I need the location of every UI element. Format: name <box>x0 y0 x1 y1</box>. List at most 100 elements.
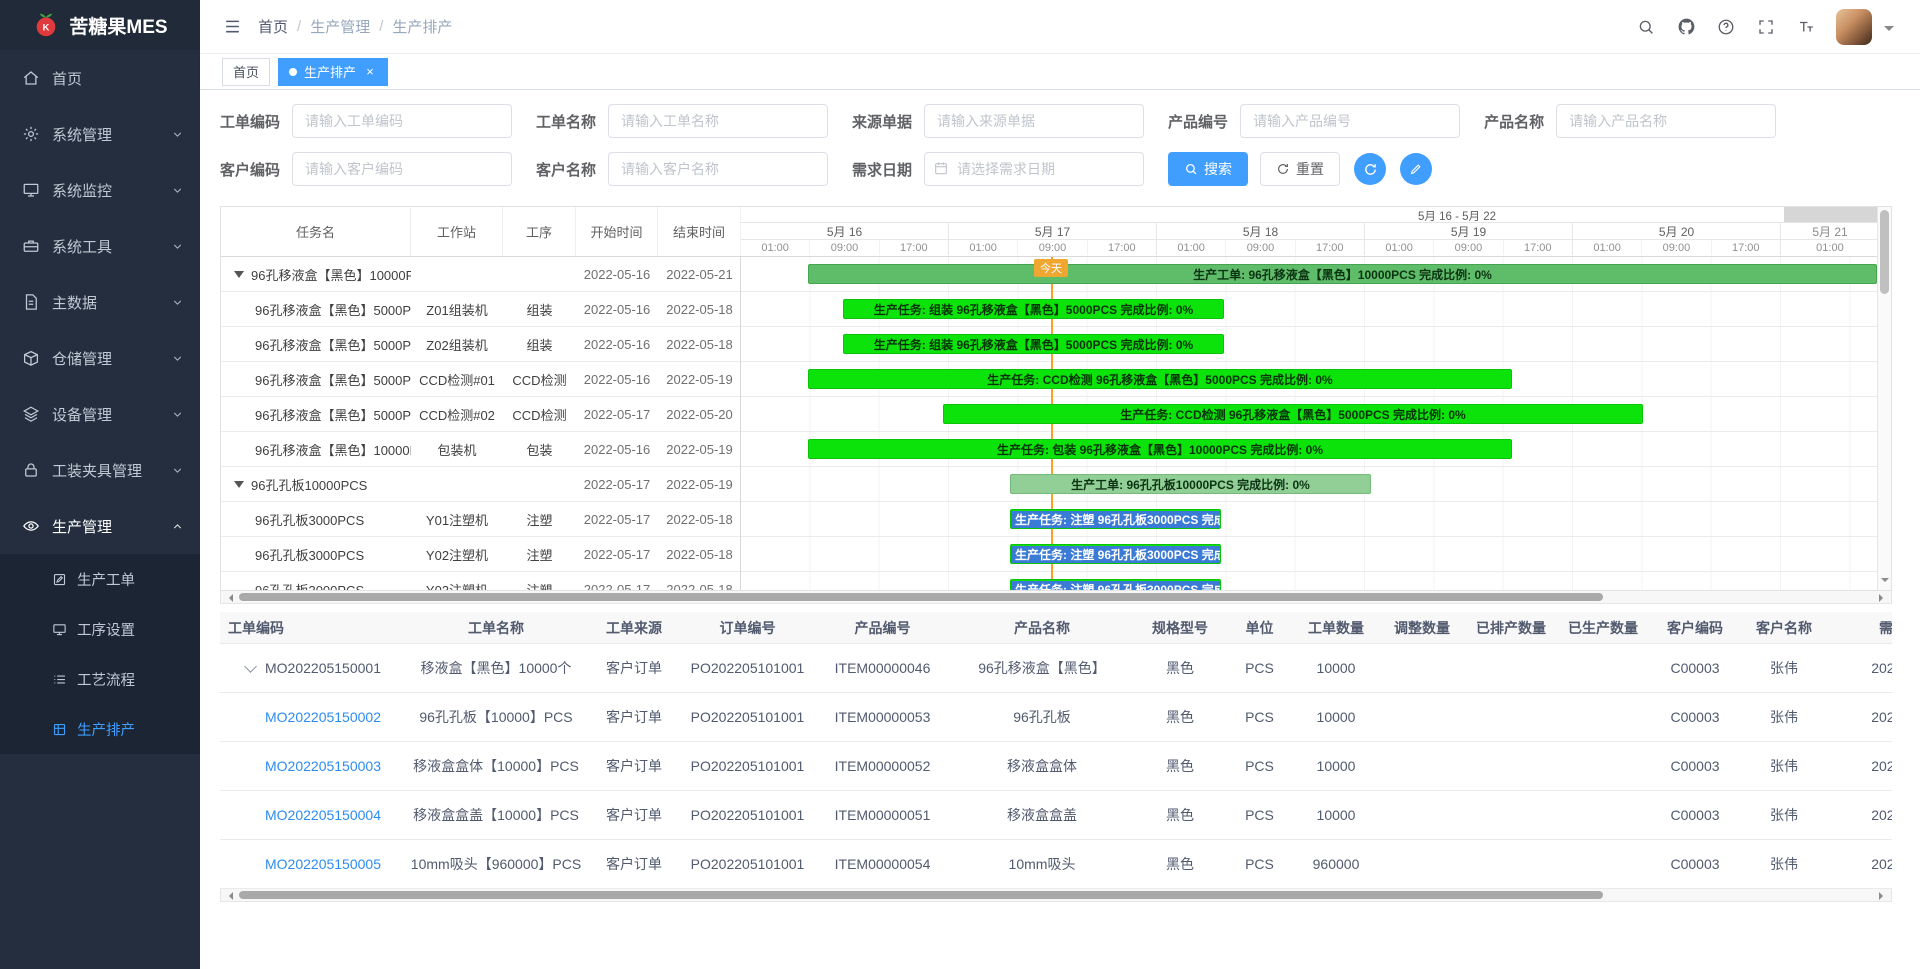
collapse-triangle-icon[interactable] <box>234 271 244 278</box>
order-code-link[interactable]: MO202205150002 <box>265 709 381 725</box>
order-code[interactable]: MO202205150001 <box>265 660 381 676</box>
font-size-icon[interactable] <box>1790 11 1822 43</box>
submenu-item-scheduling[interactable]: 生产排产 <box>0 704 200 754</box>
order-row[interactable]: MO202205150001 移液盒【黑色】10000个 客户订单 PO2022… <box>220 644 1892 693</box>
app-layout: K 苦糖果MES 首页 系统管理 系统监控 系统工具 主数据 <box>0 0 1920 969</box>
search-icon[interactable] <box>1630 11 1662 43</box>
gantt-bar-task[interactable]: 生产任务: 组装 96孔移液盒【黑色】5000PCS 完成比例: 0% <box>843 334 1224 354</box>
scroll-left-arrow-icon[interactable] <box>225 594 233 602</box>
caret-down-icon[interactable] <box>1884 26 1894 36</box>
customer-code-input[interactable] <box>292 152 512 186</box>
gantt-timeline-row: 生产任务: 注塑 96孔孔板3000PCS 完成比例: 0% <box>741 537 1877 572</box>
demand-date-input[interactable] <box>924 152 1144 186</box>
production-submenu: 生产工单 工序设置 工艺流程 生产排产 <box>0 554 200 754</box>
gantt-timeline: 5月 16 - 5月 22 5月 16 5月 17 5月 18 5月 19 5月… <box>741 207 1877 590</box>
sidebar-item-system-tools[interactable]: 系统工具 <box>0 218 200 274</box>
order-code-link[interactable]: MO202205150004 <box>265 807 381 823</box>
gantt-bar-task-selected[interactable]: 生产任务: 注塑 96孔孔板3000PCS 完成比例: 0% <box>1010 579 1221 590</box>
gantt-bar-workorder[interactable]: 生产工单: 96孔移液盒【黑色】10000PCS 完成比例: 0% <box>808 264 1877 284</box>
calendar-icon <box>933 160 949 176</box>
scroll-left-arrow-icon[interactable] <box>225 892 233 900</box>
gantt-grid-row[interactable]: 96孔移液盒【黑色】5000PCS Z01组装机 组装 2022-05-16 2… <box>221 292 740 327</box>
breadcrumb-scheduling: 生产排产 <box>392 16 452 37</box>
order-row[interactable]: MO202205150003 移液盒盒体【10000】PCS 客户订单 PO20… <box>220 742 1892 791</box>
product-name-input[interactable] <box>1556 104 1776 138</box>
order-code-link[interactable]: MO202205150003 <box>265 758 381 774</box>
gantt-timeline-row: 生产任务: 注塑 96孔孔板3000PCS 完成比例: 0% <box>741 502 1877 537</box>
scrollbar-thumb[interactable] <box>1880 210 1889 294</box>
refresh-gantt-button[interactable] <box>1354 153 1386 185</box>
app-logo[interactable]: K 苦糖果MES <box>0 0 200 50</box>
active-dot-icon <box>289 68 297 76</box>
github-icon[interactable] <box>1670 11 1702 43</box>
gantt-grid-row[interactable]: 96孔移液盒【黑色】5000PCS CCD检测#01 CCD检测 2022-05… <box>221 362 740 397</box>
table-clip: 工单编码 工单名称 工单来源 订单编号 产品编号 产品名称 规格型号 单位 工单… <box>220 612 1892 889</box>
search-button[interactable]: 搜索 <box>1168 152 1248 186</box>
customer-name-input[interactable] <box>608 152 828 186</box>
gantt-grid-row[interactable]: 96孔移液盒【黑色】5000PCS CCD检测#02 CCD检测 2022-05… <box>221 397 740 432</box>
monitor-icon <box>22 181 40 199</box>
scrollbar-thumb[interactable] <box>239 593 1603 601</box>
product-code-input[interactable] <box>1240 104 1460 138</box>
submenu-item-process-setting[interactable]: 工序设置 <box>0 604 200 654</box>
sidebar-item-system-mgmt[interactable]: 系统管理 <box>0 106 200 162</box>
sidebar-item-home[interactable]: 首页 <box>0 50 200 106</box>
tab-home[interactable]: 首页 <box>222 58 270 86</box>
gantt-horizontal-scrollbar[interactable] <box>220 591 1892 604</box>
scroll-down-arrow-icon[interactable] <box>1881 578 1889 586</box>
gantt-grid-row[interactable]: 96孔孔板3000PCS Y03注塑机 注塑 2022-05-17 2022-0… <box>221 572 740 590</box>
sidebar-item-master-data[interactable]: 主数据 <box>0 274 200 330</box>
gantt-bar-task[interactable]: 生产任务: 组装 96孔移液盒【黑色】5000PCS 完成比例: 0% <box>843 299 1224 319</box>
tab-scheduling[interactable]: 生产排产 <box>278 58 388 86</box>
gantt-grid-row[interactable]: 96孔移液盒【黑色】10000PCS 包装机 包装 2022-05-16 202… <box>221 432 740 467</box>
filter-demand-date: 需求日期 <box>852 152 1144 186</box>
fullscreen-icon[interactable] <box>1750 11 1782 43</box>
filter-product-code: 产品编号 <box>1168 104 1460 138</box>
gantt-grid-row[interactable]: 96孔移液盒【黑色】10000PCS 2022-05-16 2022-05-21 <box>221 257 740 292</box>
sidebar-item-system-monitor[interactable]: 系统监控 <box>0 162 200 218</box>
gantt-grid-row[interactable]: 96孔孔板3000PCS Y01注塑机 注塑 2022-05-17 2022-0… <box>221 502 740 537</box>
gantt-bar-task-selected[interactable]: 生产任务: 注塑 96孔孔板3000PCS 完成比例: 0% <box>1010 544 1221 564</box>
sidebar-item-warehouse[interactable]: 仓储管理 <box>0 330 200 386</box>
sidebar-item-production[interactable]: 生产管理 <box>0 498 200 554</box>
scrollbar-thumb[interactable] <box>239 891 1603 899</box>
gantt-vertical-scrollbar[interactable] <box>1877 207 1891 590</box>
gantt-bar-task-selected[interactable]: 生产任务: 注塑 96孔孔板3000PCS 完成比例: 0% <box>1010 509 1221 529</box>
workorder-icon <box>52 572 67 587</box>
sidebar-item-fixtures[interactable]: 工装夹具管理 <box>0 442 200 498</box>
eye-icon <box>22 517 40 535</box>
help-icon[interactable] <box>1710 11 1742 43</box>
gantt-bar-task[interactable]: 生产任务: CCD检测 96孔移液盒【黑色】5000PCS 完成比例: 0% <box>943 404 1643 424</box>
gantt-bar-task[interactable]: 生产任务: 包装 96孔移液盒【黑色】10000PCS 完成比例: 0% <box>808 439 1512 459</box>
gantt-grid-row[interactable]: 96孔移液盒【黑色】5000PCS Z02组装机 组装 2022-05-16 2… <box>221 327 740 362</box>
table-horizontal-scrollbar[interactable] <box>220 889 1892 902</box>
gantt-bar-workorder[interactable]: 生产工单: 96孔孔板10000PCS 完成比例: 0% <box>1010 474 1371 494</box>
scroll-right-arrow-icon[interactable] <box>1879 892 1887 900</box>
submenu-item-process-flow[interactable]: 工艺流程 <box>0 654 200 704</box>
order-row[interactable]: MO202205150002 96孔孔板【10000】PCS 客户订单 PO20… <box>220 693 1892 742</box>
gantt-grid-row[interactable]: 96孔孔板10000PCS 2022-05-17 2022-05-19 <box>221 467 740 502</box>
scroll-right-arrow-icon[interactable] <box>1879 594 1887 602</box>
order-code-link[interactable]: MO202205150005 <box>265 856 381 872</box>
breadcrumb-home[interactable]: 首页 <box>258 16 288 37</box>
sidebar-collapse-icon[interactable] <box>214 9 250 45</box>
collapse-triangle-icon[interactable] <box>234 481 244 488</box>
user-avatar[interactable] <box>1836 9 1872 45</box>
gantt-bar-task[interactable]: 生产任务: CCD检测 96孔移液盒【黑色】5000PCS 完成比例: 0% <box>808 369 1512 389</box>
work-order-code-input[interactable] <box>292 104 512 138</box>
work-order-name-input[interactable] <box>608 104 828 138</box>
gantt-timeline-row: 生产任务: CCD检测 96孔移液盒【黑色】5000PCS 完成比例: 0% <box>741 362 1877 397</box>
gantt-grid-row[interactable]: 96孔孔板3000PCS Y02注塑机 注塑 2022-05-17 2022-0… <box>221 537 740 572</box>
reset-button[interactable]: 重置 <box>1260 152 1340 186</box>
order-row[interactable]: MO202205150005 10mm吸头【960000】PCS 客户订单 PO… <box>220 840 1892 889</box>
sidebar-item-equipment[interactable]: 设备管理 <box>0 386 200 442</box>
breadcrumb-production[interactable]: 生产管理 <box>310 16 370 37</box>
expand-chevron-icon[interactable] <box>244 660 257 673</box>
source-doc-input[interactable] <box>924 104 1144 138</box>
close-icon[interactable] <box>363 64 377 79</box>
order-row[interactable]: MO202205150004 移液盒盒盖【10000】PCS 客户订单 PO20… <box>220 791 1892 840</box>
edit-schedule-button[interactable] <box>1400 153 1432 185</box>
submenu-item-work-order[interactable]: 生产工单 <box>0 554 200 604</box>
chevron-down-icon <box>171 352 184 365</box>
gantt-timeline-row: 生产任务: 注塑 96孔孔板3000PCS 完成比例: 0% <box>741 572 1877 590</box>
